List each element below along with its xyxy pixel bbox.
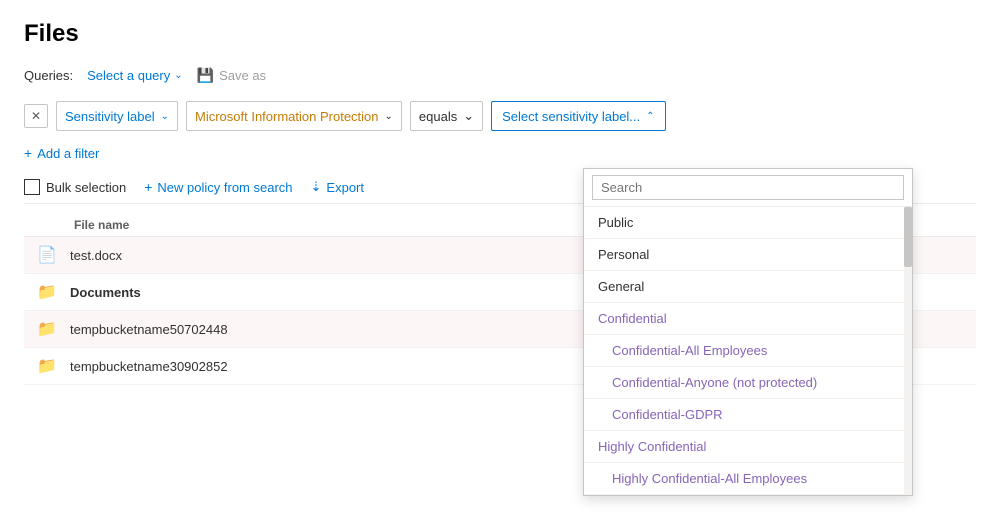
new-policy-plus-icon: + [144, 179, 152, 195]
dropdown-item[interactable]: Highly Confidential [584, 431, 912, 463]
bulk-selection-button[interactable]: Bulk selection [24, 179, 126, 195]
dropdown-search-area [584, 169, 912, 207]
folder-icon: 📁 [24, 319, 70, 339]
dropdown-item[interactable]: General [584, 271, 912, 303]
operator-pill[interactable]: equals ⌄ [410, 101, 483, 131]
table-icon-col [24, 218, 70, 232]
select-sensitivity-placeholder: Select sensitivity label... [502, 109, 640, 124]
select-label-chevron-up-icon: ⌃ [646, 111, 654, 122]
new-policy-button[interactable]: + New policy from search [144, 179, 292, 195]
add-filter-row: + Add a filter [24, 145, 976, 161]
folder-icon: 📁 [24, 282, 70, 302]
operator-label: equals [419, 109, 457, 124]
filter-close-button[interactable]: ✕ [24, 104, 48, 128]
dropdown-item[interactable]: Confidential-All Employees [584, 335, 912, 367]
file-icon: 📄 [24, 245, 70, 265]
add-filter-button[interactable]: + Add a filter [24, 145, 99, 161]
select-query-label: Select a query [87, 68, 170, 83]
new-policy-label: New policy from search [157, 180, 292, 195]
dropdown-item[interactable]: Confidential [584, 303, 912, 335]
dropdown-item[interactable]: Personal [584, 239, 912, 271]
dropdown-search-input[interactable] [592, 175, 904, 200]
dropdown-item[interactable]: Public [584, 207, 912, 239]
scrollbar-thumb[interactable] [904, 207, 912, 267]
export-label: Export [326, 180, 364, 195]
mip-label-text: Microsoft Information Protection [195, 109, 379, 124]
plus-icon: + [24, 145, 32, 161]
chevron-down-icon: ⌄ [174, 70, 182, 81]
queries-label: Queries: [24, 68, 73, 83]
scrollbar-track[interactable] [904, 207, 912, 495]
folder-icon: 📁 [24, 356, 70, 376]
dropdown-list: PublicPersonalGeneralConfidentialConfide… [584, 207, 912, 495]
save-icon: 💾 [197, 67, 214, 84]
pill-chevron-down-icon: ⌄ [161, 111, 169, 122]
sensitivity-label-filter-pill[interactable]: Sensitivity label ⌄ [56, 101, 178, 131]
dropdown-item[interactable]: Confidential-Anyone (not protected) [584, 367, 912, 399]
select-sensitivity-label-button[interactable]: Select sensitivity label... ⌃ [491, 101, 665, 131]
page-container: Files Queries: Select a query ⌄ 💾 Save a… [0, 0, 1000, 405]
dropdown-item[interactable]: Confidential-GDPR [584, 399, 912, 431]
page-title: Files [24, 20, 976, 48]
sensitivity-label-dropdown: PublicPersonalGeneralConfidentialConfide… [583, 168, 913, 496]
equals-chevron-down-icon: ⌄ [463, 108, 474, 124]
bulk-selection-checkbox[interactable] [24, 179, 40, 195]
bulk-selection-label: Bulk selection [46, 180, 126, 195]
queries-row: Queries: Select a query ⌄ 💾 Save as [24, 66, 976, 85]
sensitivity-label-text: Sensitivity label [65, 109, 155, 124]
mip-filter-pill[interactable]: Microsoft Information Protection ⌄ [186, 101, 402, 131]
close-icon: ✕ [31, 109, 41, 123]
save-as-label: Save as [219, 68, 266, 83]
dropdown-item[interactable]: Highly Confidential-All Employees [584, 463, 912, 495]
export-button[interactable]: ⇣ Export [311, 179, 364, 195]
mip-chevron-down-icon: ⌄ [385, 111, 393, 122]
select-query-button[interactable]: Select a query ⌄ [83, 66, 187, 85]
export-icon: ⇣ [311, 179, 322, 195]
add-filter-label: Add a filter [37, 146, 99, 161]
save-as-button[interactable]: 💾 Save as [197, 67, 266, 84]
filter-row: ✕ Sensitivity label ⌄ Microsoft Informat… [24, 101, 976, 131]
